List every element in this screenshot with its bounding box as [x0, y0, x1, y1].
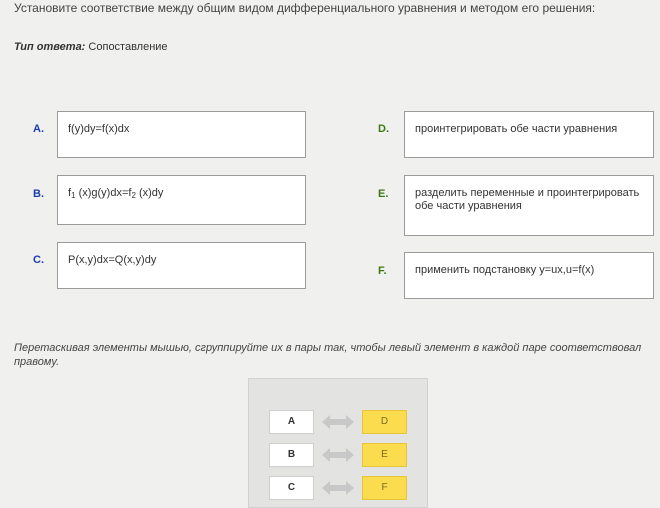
- left-letter-c: C.: [33, 254, 44, 266]
- left-item-c[interactable]: P(x,y)dx=Q(x,y)dy: [57, 242, 306, 289]
- right-letter-f: F.: [378, 265, 387, 277]
- pair-row: C F: [269, 476, 409, 500]
- right-item-e[interactable]: разделить переменные и проинтегрировать …: [404, 175, 654, 236]
- right-letter-d: D.: [378, 123, 389, 135]
- pair-right-chip-d[interactable]: D: [362, 410, 407, 434]
- right-letter-e: E.: [378, 188, 389, 200]
- pair-right-chip-e[interactable]: E: [362, 443, 407, 467]
- left-item-b[interactable]: f1 (x)g(y)dx=f2 (x)dy: [57, 175, 306, 225]
- left-item-c-text: P(x,y)dx=Q(x,y)dy: [68, 254, 157, 266]
- pair-row: A D: [269, 410, 409, 434]
- answer-type-label: Тип ответа:: [14, 41, 86, 53]
- left-letter-b: B.: [33, 188, 44, 200]
- instructions-text: Перетаскивая элементы мышью, сгруппируйт…: [14, 342, 642, 368]
- left-item-a-text: f(y)dy=f(x)dx: [68, 123, 130, 135]
- pair-panel: A D B E C F: [248, 378, 428, 508]
- double-arrow-icon: [322, 481, 354, 495]
- question-text: Установите соответствие между общим видо…: [14, 1, 596, 15]
- left-item-b-text: f1 (x)g(y)dx=f2 (x)dy: [68, 187, 164, 200]
- right-item-d-text: проинтегрировать обе части уравнения: [415, 123, 618, 135]
- double-arrow-icon: [322, 448, 354, 462]
- answer-type: Тип ответа: Сопоставление: [14, 41, 168, 53]
- left-item-a[interactable]: f(y)dy=f(x)dx: [57, 111, 306, 158]
- answer-type-value: Сопоставление: [88, 41, 168, 53]
- pair-left-chip-c[interactable]: C: [269, 476, 314, 500]
- pair-right-chip-f[interactable]: F: [362, 476, 407, 500]
- double-arrow-icon: [322, 415, 354, 429]
- pair-left-chip-b[interactable]: B: [269, 443, 314, 467]
- right-item-e-text: разделить переменные и проинтегрировать …: [415, 187, 640, 212]
- pair-left-chip-a[interactable]: A: [269, 410, 314, 434]
- pair-row: B E: [269, 443, 409, 467]
- right-item-f[interactable]: применить подстановку y=ux,u=f(x): [404, 252, 654, 299]
- right-item-f-text: применить подстановку y=ux,u=f(x): [415, 264, 595, 276]
- left-letter-a: A.: [33, 123, 44, 135]
- right-item-d[interactable]: проинтегрировать обе части уравнения: [404, 111, 654, 158]
